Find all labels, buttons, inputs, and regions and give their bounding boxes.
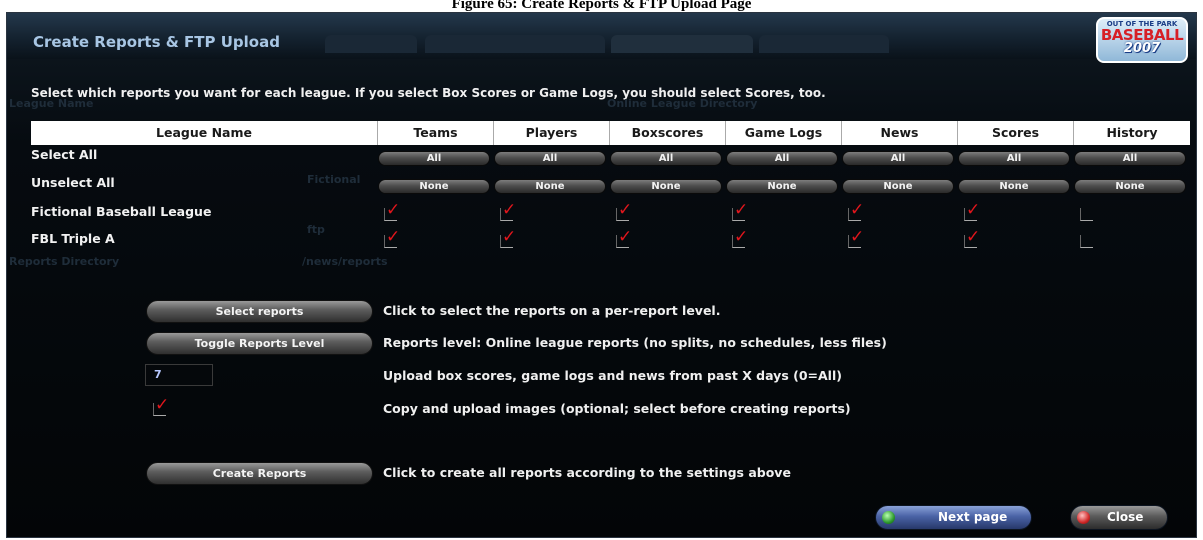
- select-all-scores-button[interactable]: All: [958, 151, 1070, 166]
- ghost-text: ftp: [307, 223, 325, 236]
- title-bar: Create Reports & FTP Upload OUT OF THE P…: [7, 13, 1196, 63]
- select-all-game-logs-button[interactable]: All: [726, 151, 838, 166]
- unselect-all-teams-button[interactable]: None: [378, 179, 490, 194]
- column-game-logs: Game Logs: [726, 121, 842, 145]
- league-game-logs-checkbox[interactable]: ✓: [732, 229, 748, 248]
- next-page-button[interactable]: Next page: [875, 505, 1032, 530]
- unselect-all-boxscores-button[interactable]: None: [610, 179, 722, 194]
- ghost-text: /news/reports: [302, 255, 388, 268]
- next-page-label: Next page: [938, 510, 1008, 524]
- select-all-teams-button[interactable]: All: [378, 151, 490, 166]
- unselect-all-label: Unselect All: [31, 175, 115, 190]
- red-orb-icon: [1077, 511, 1090, 524]
- league-game-logs-checkbox[interactable]: ✓: [732, 202, 748, 221]
- league-name: FBL Triple A: [31, 231, 115, 246]
- select-all-news-button[interactable]: All: [842, 151, 954, 166]
- report-window: Create Reports & FTP Upload OUT OF THE P…: [6, 12, 1197, 538]
- league-teams-checkbox[interactable]: ✓: [384, 229, 400, 248]
- column-scores: Scores: [958, 121, 1074, 145]
- column-league-name: League Name: [31, 121, 378, 145]
- checkmark-icon: ✓: [386, 200, 401, 220]
- unselect-all-scores-button[interactable]: None: [958, 179, 1070, 194]
- background-tab: [611, 35, 753, 53]
- select-all-history-button[interactable]: All: [1074, 151, 1186, 166]
- create-reports-button[interactable]: Create Reports: [146, 462, 373, 485]
- toggle-reports-level-button[interactable]: Toggle Reports Level: [146, 332, 373, 355]
- logo-line-2: BASEBALL: [1100, 26, 1184, 44]
- background-tab: [759, 35, 889, 53]
- days-description: Upload box scores, game logs and news fr…: [383, 368, 842, 383]
- select-all-players-button[interactable]: All: [494, 151, 606, 166]
- league-players-checkbox[interactable]: ✓: [500, 229, 516, 248]
- checkmark-icon: ✓: [966, 227, 981, 247]
- ootp-logo: OUT OF THE PARK BASEBALL 2007: [1096, 17, 1188, 63]
- select-reports-button[interactable]: Select reports: [146, 300, 373, 323]
- background-tab: [325, 35, 417, 53]
- days-input[interactable]: 7: [145, 364, 213, 386]
- league-scores-checkbox[interactable]: ✓: [964, 202, 980, 221]
- league-players-checkbox[interactable]: ✓: [500, 202, 516, 221]
- green-orb-icon: [882, 511, 895, 524]
- checkmark-icon: ✓: [502, 200, 517, 220]
- league-history-checkbox[interactable]: [1080, 235, 1093, 248]
- checkmark-icon: ✓: [850, 200, 865, 220]
- checkmark-icon: ✓: [966, 200, 981, 220]
- select-all-boxscores-button[interactable]: All: [610, 151, 722, 166]
- checkmark-icon: ✓: [155, 395, 170, 415]
- select-all-label: Select All: [31, 147, 98, 162]
- select-reports-description: Click to select the reports on a per-rep…: [383, 303, 721, 318]
- checkmark-icon: ✓: [734, 227, 749, 247]
- league-history-checkbox[interactable]: [1080, 208, 1093, 221]
- window-title: Create Reports & FTP Upload: [33, 33, 280, 51]
- ghost-text: Online League Directory: [607, 97, 758, 110]
- unselect-all-news-button[interactable]: None: [842, 179, 954, 194]
- checkmark-icon: ✓: [618, 227, 633, 247]
- close-button[interactable]: Close: [1070, 505, 1168, 530]
- copy-images-checkbox[interactable]: ✓: [153, 397, 169, 416]
- league-scores-checkbox[interactable]: ✓: [964, 229, 980, 248]
- unselect-all-history-button[interactable]: None: [1074, 179, 1186, 194]
- checkmark-icon: ✓: [386, 227, 401, 247]
- ghost-text: League Name: [9, 97, 94, 110]
- checkmark-icon: ✓: [850, 227, 865, 247]
- column-boxscores: Boxscores: [610, 121, 726, 145]
- ghost-text: Reports Directory: [9, 255, 120, 268]
- checkmark-icon: ✓: [734, 200, 749, 220]
- column-history: History: [1074, 121, 1190, 145]
- copy-images-description: Copy and upload images (optional; select…: [383, 401, 851, 416]
- unselect-all-players-button[interactable]: None: [494, 179, 606, 194]
- ghost-text: Fictional: [307, 173, 361, 186]
- column-teams: Teams: [378, 121, 494, 145]
- reports-level-description: Reports level: Online league reports (no…: [383, 335, 887, 350]
- league-boxscores-checkbox[interactable]: ✓: [616, 229, 632, 248]
- column-players: Players: [494, 121, 610, 145]
- league-news-checkbox[interactable]: ✓: [848, 202, 864, 221]
- background-tab: [425, 35, 605, 53]
- checkmark-icon: ✓: [618, 200, 633, 220]
- unselect-all-game-logs-button[interactable]: None: [726, 179, 838, 194]
- figure-caption: Figure 65: Create Reports & FTP Upload P…: [451, 0, 752, 12]
- league-news-checkbox[interactable]: ✓: [848, 229, 864, 248]
- league-teams-checkbox[interactable]: ✓: [384, 202, 400, 221]
- league-boxscores-checkbox[interactable]: ✓: [616, 202, 632, 221]
- checkmark-icon: ✓: [502, 227, 517, 247]
- create-reports-description: Click to create all reports according to…: [383, 465, 791, 480]
- column-news: News: [842, 121, 958, 145]
- close-label: Close: [1107, 510, 1144, 524]
- league-name: Fictional Baseball League: [31, 204, 212, 219]
